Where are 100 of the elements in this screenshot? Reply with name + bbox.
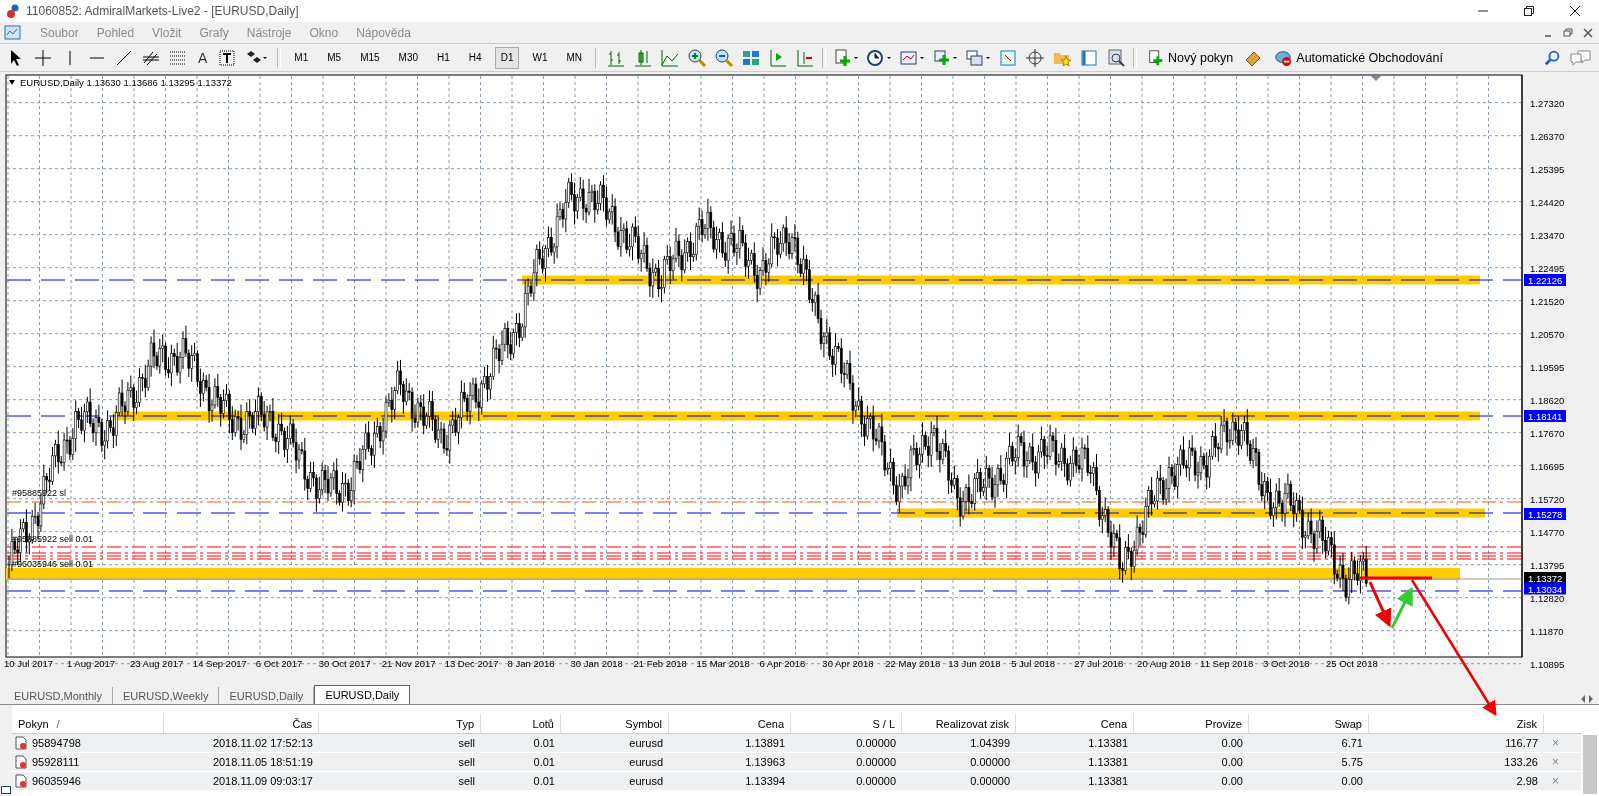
line-chart-icon[interactable]: [660, 47, 680, 68]
shift-marker-icon[interactable]: [1371, 76, 1381, 81]
table-cell: 5.75: [1341, 756, 1363, 768]
time-axis-label: 14 Sep 2017: [192, 658, 247, 669]
table-cell: eurusd: [629, 737, 663, 749]
time-axis-label: 13 Jun 2018: [948, 658, 1001, 669]
time-axis-label: 11 Sep 2018: [1200, 658, 1254, 669]
sort-indicator[interactable]: /: [56, 717, 60, 730]
chart-shift-icon[interactable]: [795, 47, 815, 68]
price-axis-label: 1.24420: [1530, 196, 1565, 208]
timeframe-button[interactable]: H4: [462, 46, 488, 69]
price-axis-label: 1.21520: [1530, 295, 1565, 307]
timeframe-button[interactable]: H1: [431, 46, 456, 69]
table-cell: 95894798: [32, 737, 81, 749]
time-axis-label: 8 Jan 2018: [507, 658, 555, 669]
table-row[interactable]: 95928111 2018.11.05 18:51:19 sell 0.01 eurusd 1.13963 0.00000 0.00000 1.13381 0.00 5.75 133.26 ×: [12, 753, 1581, 772]
panel-icon[interactable]: [1, 786, 11, 794]
timeframe-button[interactable]: M30: [392, 46, 425, 69]
table-cell: 1.13891: [745, 737, 785, 749]
table-cell: 1.13394: [745, 775, 785, 787]
time-axis-label: 22 May 2018: [885, 658, 941, 669]
table-cell: 0.00: [1221, 737, 1243, 749]
auto-trading-icon: [1273, 48, 1294, 67]
price-axis-label: 1.27320: [1530, 97, 1565, 109]
timeframe-button[interactable]: M1: [288, 46, 315, 69]
scrollbar[interactable]: [1583, 735, 1597, 794]
close-icon[interactable]: [1581, 25, 1595, 40]
time-axis-label: 15 Mar 2018: [696, 658, 750, 669]
time-axis-label: 20 Aug 2018: [1137, 658, 1191, 669]
price-axis-label: 1.15720: [1530, 493, 1565, 505]
column-header[interactable]: Realizovat zisk: [935, 717, 1009, 730]
timeframe-button[interactable]: M15: [354, 46, 386, 69]
price-axis-label: 1.16695: [1530, 460, 1565, 472]
price-axis-label: 1.12820: [1530, 592, 1565, 604]
timeframe-button[interactable]: MN: [560, 46, 588, 69]
price-axis-label: 1.23470: [1530, 229, 1565, 241]
price-tag: 1.15278: [1524, 508, 1566, 520]
collapse-triangle-icon[interactable]: [9, 80, 15, 85]
price-tag: 1.18141: [1524, 410, 1566, 422]
column-header[interactable]: Symbol: [625, 717, 662, 730]
search-icon[interactable]: [1544, 48, 1562, 67]
column-header[interactable]: Cena: [757, 717, 784, 730]
table-cell: 0.00000: [970, 756, 1010, 768]
order-label: #95885922 sl: [12, 488, 67, 498]
windows-icon[interactable]: [965, 47, 991, 68]
column-header[interactable]: Zisk: [1516, 717, 1537, 730]
auto-scroll-icon[interactable]: [768, 47, 788, 68]
price-axis-label: 1.20570: [1530, 328, 1565, 340]
restore-icon[interactable]: [1523, 5, 1535, 17]
crosshair-icon[interactable]: [33, 47, 53, 68]
time-axis-label: 23 Aug 2017: [129, 658, 184, 669]
table-cell: 2018.11.05 18:51:19: [212, 756, 313, 768]
table-cell: 2018.11.09 09:03:17: [212, 775, 313, 787]
time-axis-label: 21 Nov 2017: [381, 658, 436, 669]
time-axis-label: 1 Aug 2017: [66, 658, 116, 669]
column-header[interactable]: Swap: [1334, 717, 1362, 730]
table-row[interactable]: 96035946 2018.11.09 09:03:17 sell 0.01 eurusd 1.13394 0.00000 0.00000 1.13381 0.00 0.00 2.98 ×: [12, 772, 1581, 791]
table-cell: 96035946: [32, 775, 81, 787]
zoom-in-icon[interactable]: [687, 47, 707, 68]
column-header[interactable]: Pokyn: [18, 717, 49, 730]
clock-icon[interactable]: [866, 47, 892, 68]
close-icon[interactable]: [1569, 5, 1581, 17]
table-row[interactable]: 95894798 2018.11.02 17:52:13 sell 0.01 eurusd 1.13891 0.00000 1.04399 1.13381 0.00 6.71 116.77 ×: [12, 734, 1581, 753]
target-line: [1360, 576, 1432, 580]
price-axis-label: 1.19595: [1530, 361, 1565, 373]
column-header[interactable]: Cena: [1100, 717, 1127, 730]
time-axis-label: 30 Jan 2018: [570, 658, 623, 669]
new-chart-icon[interactable]: [833, 47, 859, 68]
table-cell: sell: [458, 756, 475, 768]
zoom-out-icon[interactable]: [714, 47, 734, 68]
time-axis-label: 25 Oct 2018: [1325, 658, 1378, 669]
timeframe-button[interactable]: D1: [494, 46, 520, 69]
column-header[interactable]: Čas: [292, 717, 312, 730]
add-indicator-icon[interactable]: [932, 47, 958, 68]
auto-trading-button[interactable]: Automatické Obchodování: [1270, 46, 1446, 69]
scroll-left-icon[interactable]: [1579, 694, 1587, 704]
table-cell: 6.71: [1341, 737, 1363, 749]
scroll-right-icon[interactable]: [1587, 694, 1595, 704]
chart-window-icon[interactable]: [4, 24, 22, 41]
time-axis-label: 10 Jul 2017: [4, 658, 54, 669]
text-tool-button[interactable]: A: [195, 46, 211, 69]
price-axis-label: 1.18620: [1530, 394, 1565, 406]
chart-tab[interactable]: EURUSD,Daily: [314, 685, 411, 704]
column-header[interactable]: Typ: [456, 717, 474, 730]
price-axis-label: 1.10895: [1530, 658, 1565, 670]
text-label-icon[interactable]: [217, 47, 238, 68]
table-cell: 1.13381: [1088, 756, 1128, 768]
candlestick-icon[interactable]: [633, 47, 653, 68]
new-order-button[interactable]: Nový pokyn: [1144, 46, 1237, 69]
timeframe-button[interactable]: M5: [321, 46, 348, 69]
table-cell: 0.00000: [856, 756, 896, 768]
time-axis-label: 3 Oct 2018: [1263, 658, 1310, 669]
target-icon[interactable]: [1025, 47, 1045, 68]
timeframe-button[interactable]: W1: [526, 46, 554, 69]
table-cell: 0.00000: [856, 775, 896, 787]
column-header[interactable]: Provize: [1205, 717, 1242, 730]
table-cell: 0.00: [1221, 775, 1243, 787]
column-header[interactable]: S / L: [872, 717, 895, 730]
column-header[interactable]: Lotů: [532, 717, 554, 730]
order-icon: [14, 774, 28, 788]
